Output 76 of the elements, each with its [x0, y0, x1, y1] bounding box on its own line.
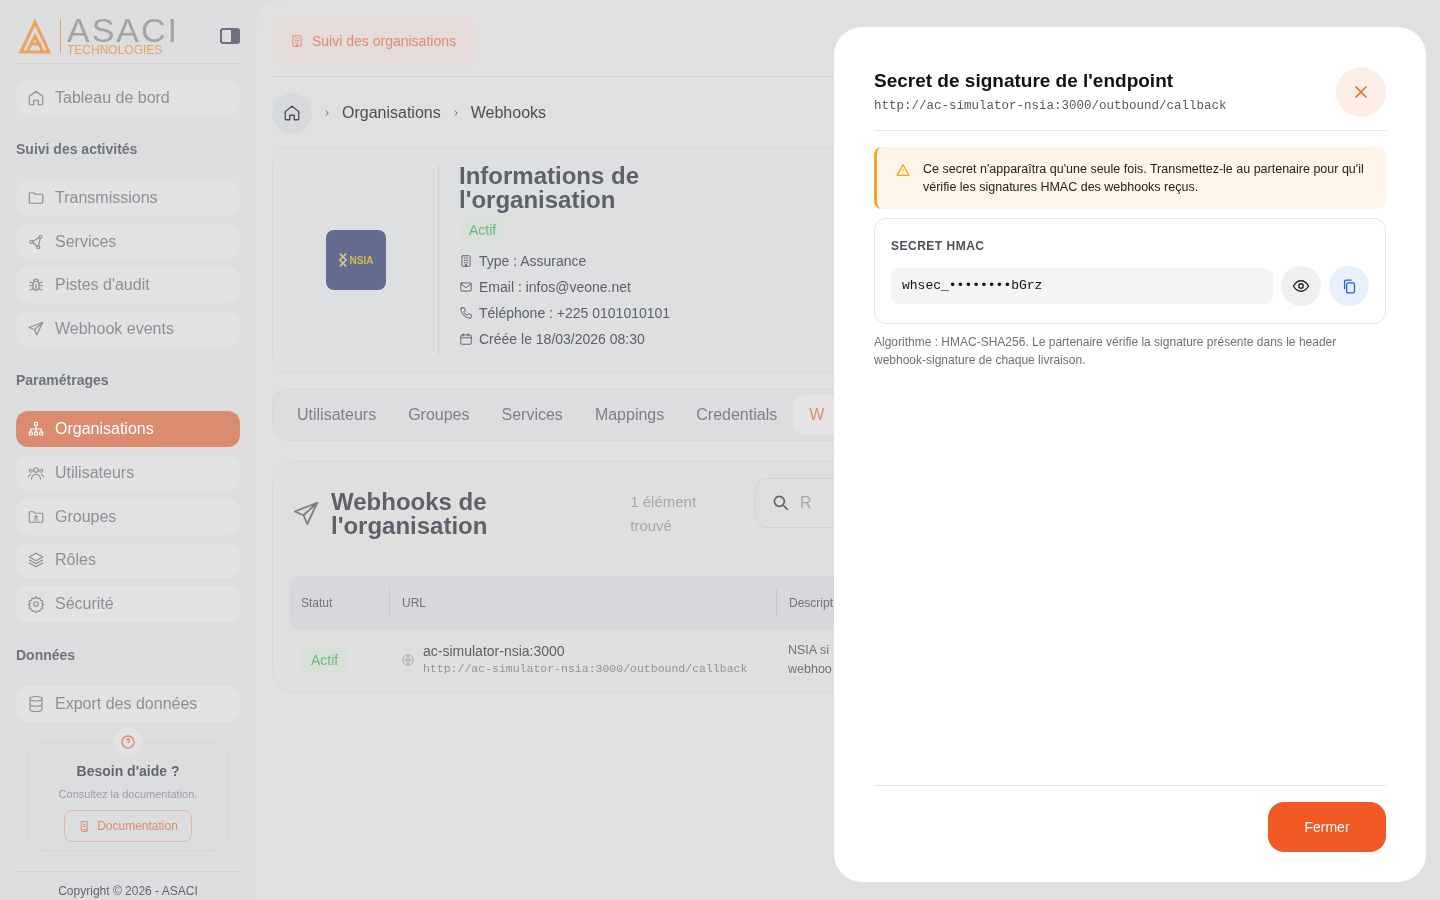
home-icon [283, 104, 301, 122]
detail-text: Créée le 18/03/2026 08:30 [479, 329, 645, 349]
phone-icon [459, 306, 473, 320]
building-icon [459, 254, 473, 268]
eye-icon [1292, 277, 1310, 295]
close-button[interactable] [1336, 67, 1386, 117]
section-heading: Paramétrages [16, 371, 110, 390]
globe-icon [401, 653, 415, 667]
copyright-text: Copyright © 2026 - ASACI [57, 882, 199, 900]
building-icon [290, 34, 304, 48]
sidebar-toggle-button[interactable] [220, 28, 240, 44]
sidebar-item[interactable]: Transmissions [16, 179, 240, 216]
section-heading: Suivi des activités [16, 139, 139, 158]
logo-mark-icon [16, 18, 54, 54]
layers-icon [27, 551, 45, 570]
help-text: Consultez la documentation. [58, 786, 198, 802]
table-cell-text: NSIA si [788, 642, 830, 659]
field-label: SECRET HMAC [891, 238, 986, 255]
share-icon [27, 232, 45, 251]
sidebar-item[interactable]: Rôles [16, 542, 240, 579]
warning-icon [895, 162, 911, 178]
database-icon [27, 695, 45, 714]
tab[interactable]: Utilisateurs [281, 395, 393, 435]
close-dialog-button[interactable]: Fermer [1268, 802, 1386, 852]
home-button[interactable] [272, 93, 312, 133]
sidebar-item[interactable]: Export des données [16, 686, 240, 722]
column-header: Statut [301, 595, 333, 612]
sitemap-icon [27, 419, 45, 438]
table-cell-text: http://ac-simulator-nsia:3000/outbound/callback [423, 661, 748, 677]
warning-text: Ce secret n'apparaîtra qu'une seule fois. Transmettez-le au partenaire pour qu'il vérifie les signatures HMAC des webhooks reçus. [923, 161, 1365, 196]
organization-title: Informations de l'organisation [459, 164, 640, 212]
documentation-button[interactable]: Documentation [64, 810, 192, 843]
sidebar-item[interactable]: Sécurité [16, 586, 240, 623]
sidebar-item[interactable]: Groupes [16, 498, 240, 535]
tab[interactable]: Groupes [392, 395, 486, 435]
logo-mark-icon [337, 252, 348, 268]
result-count: 1 élément trouvé [630, 492, 698, 536]
tab[interactable]: Mappings [578, 395, 681, 435]
dialog-title: Secret de signature de l'endpoint [874, 69, 1175, 93]
tab[interactable]: Credentials [680, 395, 794, 435]
table-cell-text: ac-simulator-nsia:3000 [423, 642, 566, 660]
endpoint-url: http://ac-simulator-nsia:3000/outbound/callback [874, 98, 1227, 115]
breadcrumb-link[interactable]: Webhooks [470, 101, 547, 125]
sidebar-item[interactable]: Utilisateurs [16, 454, 240, 491]
logo-text: NSIA [349, 253, 374, 268]
sidebar-item[interactable]: Tableau de bord [16, 80, 240, 116]
settings-icon [27, 595, 45, 614]
show-secret-button[interactable] [1281, 266, 1321, 306]
status-badge: Actif [459, 218, 507, 242]
section-title: Webhooks de l'organisation [331, 490, 489, 538]
column-header: URL [402, 595, 426, 612]
note-text: Algorithme : HMAC-SHA256. Le partenaire vérifie la signature présente dans le header webhook-signature de chaque livraison. [874, 334, 1338, 369]
mail-icon [459, 280, 473, 294]
status-badge: Actif [301, 647, 349, 673]
copy-button[interactable] [1329, 266, 1369, 306]
table-cell-text: webhoo [788, 661, 832, 678]
search-icon [771, 493, 791, 513]
paper-plane-icon [27, 320, 45, 339]
home-icon [27, 88, 45, 107]
help-title: Besoin d'aide ? [76, 761, 180, 781]
tab[interactable]: Services [485, 395, 579, 435]
calendar-icon [459, 332, 473, 346]
section-heading: Données [16, 646, 77, 665]
sidebar-item[interactable]: Webhook events [16, 311, 240, 348]
logo-subtitle: TECHNOLOGIES [67, 44, 164, 56]
sidebar-item[interactable]: Services [16, 223, 240, 260]
detail-text: Téléphone : +225 0101010101 [479, 303, 671, 323]
sidebar-item[interactable]: Pistes d'audit [16, 267, 240, 304]
column-header: Descript [789, 595, 833, 612]
secret-field[interactable]: whsec_••••••••bGrz [891, 268, 1273, 304]
breadcrumb-link[interactable]: Organisations [342, 101, 441, 125]
sidebar-item[interactable]: Organisations [16, 411, 240, 447]
detail-text: Type : Assurance [479, 251, 587, 271]
logo-name: ASACI [67, 16, 180, 44]
detail-text: Email : infos@veone.net [479, 277, 631, 297]
page-button[interactable]: Suivi des organisations [272, 16, 474, 66]
